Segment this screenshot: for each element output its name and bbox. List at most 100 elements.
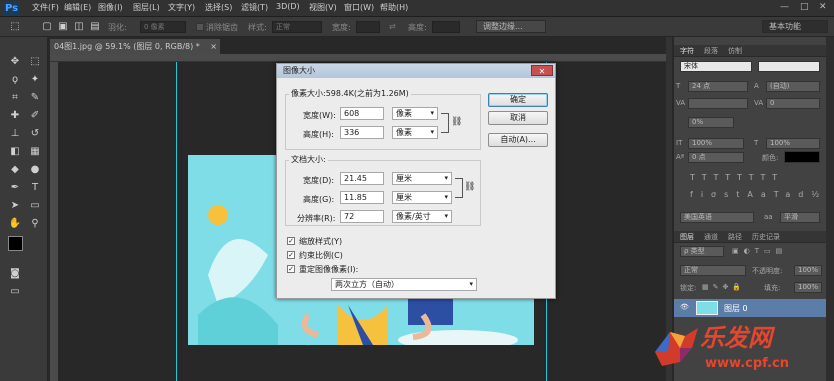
text-tool-icon[interactable]: T (28, 181, 42, 195)
blur-tool-icon[interactable]: ◆ (8, 163, 22, 177)
resample-method-select[interactable]: 两次立方（自动） ▾ (331, 278, 477, 291)
blend-mode-select[interactable]: 正常 (680, 265, 746, 276)
menu-image[interactable]: 图像(I) (98, 2, 123, 13)
fill-input[interactable]: 100% (794, 282, 822, 293)
magic-wand-icon[interactable]: ✦ (28, 73, 42, 87)
opentype-buttons[interactable]: fiσstAaTad½ (690, 190, 827, 199)
guide-vertical-left[interactable] (176, 62, 177, 381)
resolution-unit-select[interactable]: 像素/英寸 ▾ (392, 210, 452, 223)
foreground-color-swatch[interactable] (8, 236, 23, 251)
doc-width-input[interactable]: 21.45 (340, 172, 384, 185)
lasso-tool-icon[interactable]: ϙ (8, 73, 22, 87)
layer-kind-filter[interactable]: ρ 类型 (680, 246, 724, 257)
lock-icons[interactable]: ▦✎✥🔒 (702, 283, 745, 291)
horizontal-scale-input[interactable]: 100% (766, 138, 820, 149)
close-document-icon[interactable]: × (210, 39, 217, 54)
height-input[interactable] (432, 21, 460, 33)
marquee-tool-preset-icon[interactable]: ⬚ (8, 20, 22, 34)
eyedropper-icon[interactable]: ✎ (28, 91, 42, 105)
brush-tool-icon[interactable]: ✐ (28, 109, 42, 123)
menu-help[interactable]: 帮助(H) (380, 2, 408, 13)
antialias-checkbox[interactable] (196, 23, 204, 31)
tab-clone[interactable]: 仿制 (728, 46, 742, 56)
tab-paths[interactable]: 路径 (728, 232, 742, 242)
crop-tool-icon[interactable]: ⌗ (8, 91, 22, 105)
opacity-input[interactable]: 100% (794, 265, 822, 276)
baseline-input[interactable]: 0 点 (688, 152, 744, 163)
dialog-close-button[interactable]: ✕ (531, 65, 553, 76)
path-select-icon[interactable]: ➤ (8, 199, 22, 213)
healing-brush-icon[interactable]: ✚ (8, 109, 22, 123)
pen-tool-icon[interactable]: ✒ (8, 181, 22, 195)
style-select[interactable]: 正常 (272, 21, 322, 33)
minimize-button[interactable]: — (780, 2, 789, 12)
screen-mode-icon[interactable]: ▭ (8, 285, 22, 299)
add-selection-icon[interactable]: ▣ (56, 20, 70, 34)
tab-layers[interactable]: 图层 (680, 232, 694, 242)
leading-input[interactable]: (自动) (766, 81, 820, 92)
intersect-selection-icon[interactable]: ▤ (88, 20, 102, 34)
tracking-input[interactable]: 0 (766, 98, 820, 109)
antialias-select[interactable]: 平滑 (780, 212, 820, 223)
tab-channels[interactable]: 通道 (704, 232, 718, 242)
marquee-tool-icon[interactable]: ⬚ (28, 55, 42, 69)
constrain-proportions-checkbox[interactable]: ✓ (287, 251, 295, 259)
auto-button[interactable]: 自动(A)... (488, 133, 548, 147)
gradient-tool-icon[interactable]: ▦ (28, 145, 42, 159)
scale-styles-checkbox[interactable]: ✓ (287, 237, 295, 245)
width-input[interactable] (356, 21, 380, 33)
font-family-select[interactable]: 宋体 (680, 61, 752, 72)
menu-layer[interactable]: 图层(L) (133, 2, 160, 13)
pixel-height-unit-select[interactable]: 像素 ▾ (392, 126, 438, 139)
menu-type[interactable]: 文字(Y) (168, 2, 195, 13)
font-style-select[interactable] (758, 61, 820, 72)
kerning-input[interactable] (688, 98, 748, 109)
menu-window[interactable]: 窗口(W) (344, 2, 374, 13)
vertical-scale-input[interactable]: 100% (688, 138, 744, 149)
menu-view[interactable]: 视图(V) (309, 2, 337, 13)
subtract-selection-icon[interactable]: ◫ (72, 20, 86, 34)
eye-icon[interactable]: 👁 (680, 303, 689, 311)
restore-button[interactable]: □ (800, 2, 809, 12)
feather-input[interactable]: 0 像素 (140, 21, 186, 33)
quick-mask-icon[interactable]: ◙ (8, 267, 22, 281)
menu-3d[interactable]: 3D(D) (276, 2, 300, 11)
dodge-tool-icon[interactable]: ● (28, 163, 42, 177)
menu-select[interactable]: 选择(S) (205, 2, 232, 13)
doc-width-unit-select[interactable]: 厘米 ▾ (392, 172, 452, 185)
menu-file[interactable]: 文件(F) (32, 2, 59, 13)
language-select[interactable]: 美国英语 (680, 212, 754, 223)
layer-filter-icons[interactable]: ▣◐T▭▤ (732, 247, 787, 255)
pixel-width-input[interactable]: 608 (340, 107, 384, 120)
close-window-button[interactable]: ✕ (819, 2, 827, 12)
move-tool-icon[interactable]: ✥ (8, 55, 22, 69)
eraser-tool-icon[interactable]: ◧ (8, 145, 22, 159)
menu-edit[interactable]: 编辑(E) (64, 2, 91, 13)
menu-filter[interactable]: 滤镜(T) (241, 2, 268, 13)
shape-tool-icon[interactable]: ▭ (28, 199, 42, 213)
swap-icon[interactable]: ⇄ (389, 22, 396, 31)
pixel-width-unit-select[interactable]: 像素 ▾ (392, 107, 438, 120)
ok-button[interactable]: 确定 (488, 93, 548, 107)
zoom-tool-icon[interactable]: ⚲ (28, 217, 42, 231)
resolution-input[interactable]: 72 (340, 210, 384, 223)
text-style-buttons[interactable]: TTTTTTTT (690, 173, 784, 182)
tab-history[interactable]: 历史记录 (752, 232, 780, 242)
tab-character[interactable]: 字符 (680, 46, 694, 56)
workspace-select[interactable]: 基本功能 (762, 20, 828, 33)
resample-checkbox[interactable]: ✓ (287, 265, 295, 273)
new-selection-icon[interactable]: ▢ (40, 20, 54, 34)
history-brush-icon[interactable]: ↺ (28, 127, 42, 141)
font-size-input[interactable]: 24 点 (688, 81, 748, 92)
doc-height-unit-select[interactable]: 厘米 ▾ (392, 191, 452, 204)
hand-tool-icon[interactable]: ✋ (8, 217, 22, 231)
text-color-swatch[interactable] (784, 151, 820, 163)
document-tab[interactable]: 04图1.jpg @ 59.1% (图层 0, RGB/8) * × (50, 39, 220, 54)
clone-stamp-icon[interactable]: ⊥ (8, 127, 22, 141)
tab-paragraph[interactable]: 段落 (704, 46, 718, 56)
layer-row[interactable]: 👁 图层 0 (674, 299, 826, 317)
pixel-height-input[interactable]: 336 (340, 126, 384, 139)
cancel-button[interactable]: 取消 (488, 111, 548, 125)
tsume-input[interactable]: 0% (688, 117, 734, 128)
dialog-titlebar[interactable]: 图像大小 ✕ (277, 64, 555, 78)
